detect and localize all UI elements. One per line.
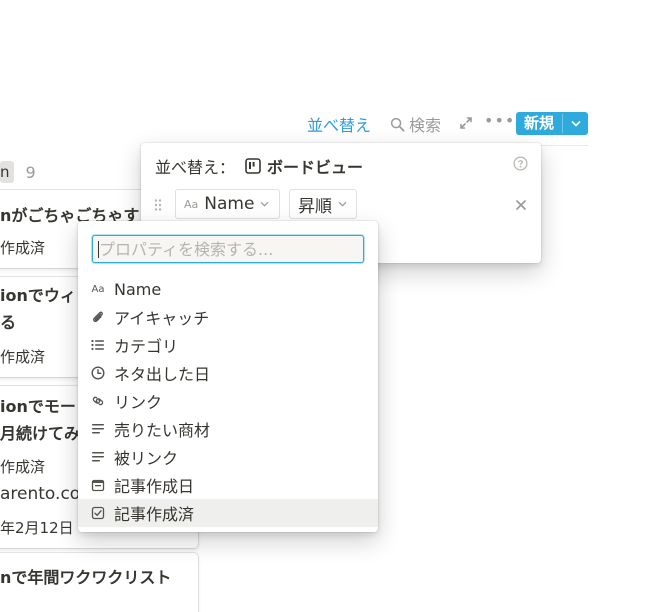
board-column-header: n 9 [0, 159, 36, 185]
board-view-icon [245, 158, 261, 174]
more-options-button[interactable]: ••• [484, 111, 515, 130]
property-option-label: 記事作成日 [114, 477, 195, 496]
card-title-line: ionでウィ [0, 286, 76, 305]
property-option-backlinks[interactable]: 被リンク [78, 443, 378, 471]
text-aa-icon: Aa [91, 283, 105, 295]
property-dropdown: Aa Name アイキャッチ カテゴリ ネタ出した日 リンク [78, 221, 378, 532]
column-count: 9 [25, 162, 36, 182]
property-option-idea-date[interactable]: ネタ出した日 [78, 359, 378, 387]
card-status: 作成済 [0, 348, 46, 366]
property-option-label: 売りたい商材 [114, 421, 211, 440]
card-link[interactable]: arento.co [0, 484, 80, 504]
sort-popover-title: 並べ替え： ボードビュー [155, 154, 363, 178]
card-title-line: る [0, 313, 17, 332]
text-lines-icon [90, 449, 106, 465]
property-option-article-date[interactable]: 記事作成日 [78, 471, 378, 499]
property-option-label: 記事作成済 [114, 505, 195, 524]
sort-direction-value: 昇順 [298, 196, 332, 217]
search-button[interactable]: 検索 [390, 112, 441, 136]
sort-direction-select[interactable]: 昇順 [289, 189, 357, 219]
card-title-line: 月続けてみ [0, 424, 81, 443]
clock-icon [90, 365, 106, 381]
new-dropdown-button[interactable] [563, 112, 588, 135]
chevron-down-icon [570, 120, 581, 127]
property-option-link[interactable]: リンク [78, 387, 378, 415]
view-name: ボードビュー [267, 158, 364, 177]
list-icon [90, 337, 106, 353]
property-option-label: リンク [114, 393, 163, 412]
text-lines-icon [90, 421, 106, 437]
property-option-label: 被リンク [114, 449, 179, 468]
card-date: 年2月12日 [0, 519, 74, 537]
property-option-eyecatch[interactable]: アイキャッチ [78, 303, 378, 331]
card-status: 作成済 [0, 239, 46, 257]
close-icon [516, 200, 526, 210]
card-title-line: ionでモー [0, 397, 76, 416]
checkbox-icon [90, 505, 106, 521]
calendar-icon [90, 477, 106, 493]
property-option-label: アイキャッチ [114, 309, 210, 328]
property-option-products[interactable]: 売りたい商材 [78, 415, 378, 443]
card-title: nで年間ワクワクリスト [0, 568, 172, 587]
sort-button[interactable]: 並べ替え [307, 112, 371, 136]
property-list: Aa Name アイキャッチ カテゴリ ネタ出した日 リンク 売りたい商材 被リ… [78, 275, 378, 527]
property-search-input[interactable] [92, 235, 364, 263]
link-icon [90, 393, 106, 409]
drag-handle[interactable] [153, 197, 163, 216]
drag-handle-icon [154, 199, 162, 211]
text-aa-icon: Aa [184, 197, 199, 211]
sort-property-select[interactable]: Aa Name [175, 189, 280, 219]
board-card[interactable]: nで年間ワクワクリスト [0, 553, 198, 612]
property-option-article-done[interactable]: 記事作成済 [78, 499, 378, 527]
help-icon [513, 156, 528, 171]
paperclip-icon [90, 309, 106, 325]
help-button[interactable] [513, 156, 528, 175]
sort-title-label: 並べ替え： [155, 158, 236, 177]
property-option-label: カテゴリ [114, 337, 179, 356]
chevron-down-icon [261, 201, 269, 207]
property-option-label: Name [114, 279, 162, 299]
property-option-name[interactable]: Aa Name [78, 275, 378, 303]
expand-icon [460, 117, 472, 129]
new-button[interactable]: 新規 [516, 112, 588, 135]
property-option-label: ネタ出した日 [114, 365, 211, 384]
new-button-label[interactable]: 新規 [516, 112, 562, 135]
expand-button[interactable] [459, 115, 473, 134]
remove-sort-button[interactable] [515, 196, 527, 215]
chevron-down-icon [338, 201, 347, 207]
column-tag[interactable]: n [0, 161, 14, 183]
property-option-category[interactable]: カテゴリ [78, 331, 378, 359]
search-label: 検索 [409, 116, 442, 135]
sort-property-value: Name [204, 194, 255, 214]
text-cursor [98, 241, 99, 258]
search-icon [390, 117, 405, 131]
card-status: 作成済 [0, 458, 46, 476]
